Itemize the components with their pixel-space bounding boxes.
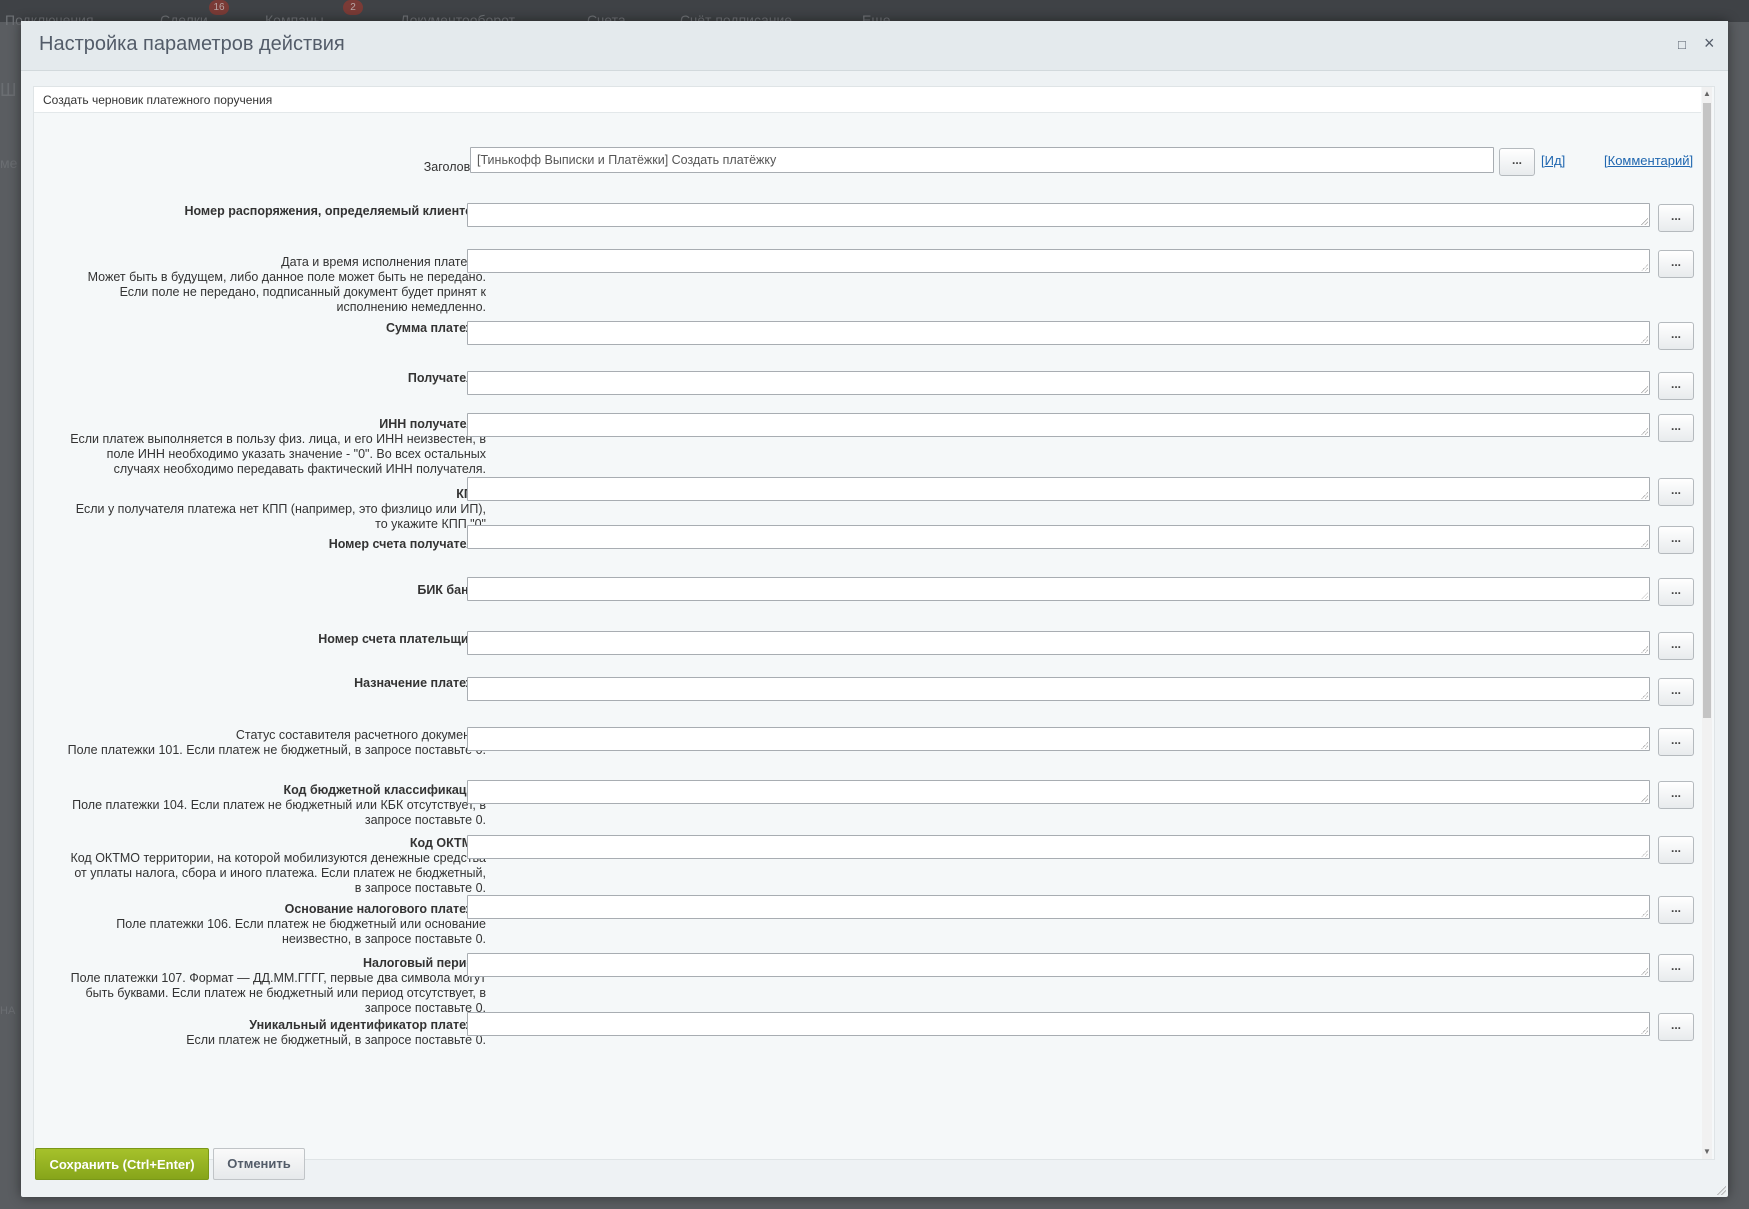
id-link[interactable]: Ид [1545,153,1562,168]
field-dots-button[interactable]: ... [1658,1013,1694,1041]
field-label-text: Статус составителя расчетного документа: [235,728,486,742]
field-dots-button[interactable]: ... [1658,250,1694,278]
field-label-text: Номер счета плательщика: [318,632,486,646]
dialog-header: Настройка параметров действия □ × [21,21,1728,71]
scroll-thumb[interactable] [1703,103,1711,718]
field-input[interactable] [467,780,1650,804]
field-label: Уникальный идентификатор платежа: Если пл… [66,1018,486,1048]
field-input[interactable] [467,677,1650,701]
field-dots-button[interactable]: ... [1658,372,1694,400]
resize-grip-icon[interactable] [1716,1185,1726,1195]
field-label: Получатель: [66,371,486,386]
field-input[interactable] [467,477,1650,501]
field-label: Код ОКТМО: Код ОКТМО территории, на котор… [66,836,486,896]
field-input[interactable] [467,203,1650,227]
action-settings-dialog: Настройка параметров действия □ × Создат… [21,21,1728,1197]
field-description: Если платеж выполняется в пользу физ. ли… [70,432,486,476]
field-label: Код бюджетной классификации: Поле платежк… [66,783,486,828]
title-dots-button[interactable]: ... [1499,148,1535,176]
field-dots-button[interactable]: ... [1658,896,1694,924]
field-label-text: Дата и время исполнения платежа: [281,255,486,269]
field-label-text: Номер счета получателя: [328,537,486,551]
field-dots-button[interactable]: ... [1658,204,1694,232]
dialog-content: Создать черновик платежного поручения За… [33,86,1715,1160]
bg-side-label: Ш [0,80,17,100]
field-dots-button[interactable]: ... [1658,781,1694,809]
scroll-down-icon[interactable]: ▼ [1703,1147,1711,1157]
maximize-icon[interactable]: □ [1678,37,1686,52]
dialog-title: Настройка параметров действия [39,33,345,55]
field-label: Сумма платежа: [66,321,486,336]
field-dots-button[interactable]: ... [1658,322,1694,350]
field-label-text: Основание налогового платежа: [284,902,486,916]
field-dots-button[interactable]: ... [1658,836,1694,864]
field-input[interactable] [467,895,1650,919]
field-input[interactable] [467,631,1650,655]
close-icon[interactable]: × [1704,33,1715,54]
field-dots-button[interactable]: ... [1658,728,1694,756]
scrollbar[interactable]: ▲ ▼ [1702,87,1712,1159]
field-label: Назначение платежа: [66,676,486,691]
field-label: БИК банка: [66,583,486,598]
field-label-text: Уникальный идентификатор платежа: [249,1018,486,1032]
field-label: Номер счета получателя: [66,537,486,552]
bg-badge: 2 [343,0,363,15]
field-input[interactable] [467,953,1650,977]
scroll-up-icon[interactable]: ▲ [1703,89,1711,99]
field-label: Номер распоряжения, определяемый клиенто… [66,204,486,219]
field-input[interactable] [467,835,1650,859]
field-description: Поле платежки 106. Если платеж не бюджет… [116,917,486,946]
field-label: Статус составителя расчетного документа:… [66,728,486,758]
field-input[interactable] [467,525,1650,549]
field-description: Поле платежки 104. Если платеж не бюджет… [72,798,486,827]
field-label-text: Код бюджетной классификации: [283,783,486,797]
title-input[interactable] [470,147,1494,173]
field-label: КПП:Если у получателя платежа нет КПП (н… [66,487,486,532]
field-dots-button[interactable]: ... [1658,478,1694,506]
field-input[interactable] [467,249,1650,273]
bg-side-label: НА [0,1005,16,1017]
bg-side-label: ме [0,155,18,171]
field-dots-button[interactable]: ... [1658,678,1694,706]
field-dots-button[interactable]: ... [1658,414,1694,442]
field-label: Основание налогового платежа: Поле платеж… [66,902,486,947]
field-dots-button[interactable]: ... [1658,632,1694,660]
field-input[interactable] [467,577,1650,601]
field-label: ИНН получателя: Если платеж выполняется в… [66,417,486,477]
title-label: Заголовок: [423,160,486,174]
cancel-button[interactable]: Отменить [213,1148,305,1180]
field-input[interactable] [467,371,1650,395]
field-description: Если у получателя платежа нет КПП (напри… [75,502,486,531]
comment-link[interactable]: Комментарий [1608,153,1690,168]
field-input[interactable] [467,1012,1650,1036]
field-label: Налоговый период: Поле платежки 107. Форм… [66,956,486,1016]
section-title: Создать черновик платежного поручения [34,87,1701,113]
field-description: Если платеж не бюджетный, в запросе пост… [186,1033,486,1047]
field-dots-button[interactable]: ... [1658,526,1694,554]
field-description: Поле платежки 101. Если платеж не бюджет… [67,743,486,757]
field-input[interactable] [467,321,1650,345]
background-nav: Подключения Сделки 16 Компаны 2 Документ… [0,0,1749,28]
field-dots-button[interactable]: ... [1658,578,1694,606]
field-description: Код ОКТМО территории, на которой мобилиз… [70,851,486,895]
bg-badge: 16 [209,0,229,15]
field-label: Номер счета плательщика: [66,632,486,647]
field-description: Поле платежки 107. Формат — ДД.ММ.ГГГГ, … [70,971,486,1015]
field-input[interactable] [467,727,1650,751]
field-dots-button[interactable]: ... [1658,954,1694,982]
field-label: Дата и время исполнения платежа: Может бы… [66,255,486,315]
field-label-text: Номер распоряжения, определяемый клиенто… [184,204,486,218]
save-button[interactable]: Сохранить (Ctrl+Enter) [35,1148,209,1180]
field-description: Может быть в будущем, либо данное поле м… [87,270,486,314]
field-input[interactable] [467,413,1650,437]
